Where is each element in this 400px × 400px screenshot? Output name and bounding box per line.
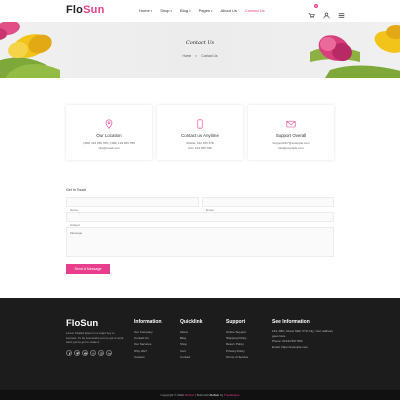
tulip-image-right [310,25,400,78]
send-message-button[interactable]: Send A Message [66,264,110,274]
footer-email[interactable]: Email: https://example.com [272,344,334,350]
site-logo[interactable]: FloSun [66,4,105,16]
chevron-down-icon: ▾ [210,8,213,13]
card-phone: Contact us Anytime Mobile: 012 345 678 F… [157,105,243,160]
footer-link[interactable]: Terms of Service [226,354,266,360]
nav-contact[interactable]: Contact Us [245,8,265,13]
google-plus-icon[interactable] [90,350,96,356]
copyright-by: by [219,393,224,397]
card-title: Support Overall [275,133,307,138]
card-title: Contact us Anytime [181,133,219,138]
cart-count-badge: 0 [314,4,318,8]
nav-shop[interactable]: Shop ▾ [160,8,172,13]
breadcrumb-home[interactable]: Home [182,54,191,58]
copyright-mid: | Built with [195,393,209,397]
site-footer: FloSun Lorem Khaled Ipsum is a major key… [0,298,400,390]
footer-col-information: Information Our Company Contact Us Our S… [134,319,174,360]
facebook-icon[interactable] [66,350,72,356]
nav-blog[interactable]: Blog ▾ [180,8,191,13]
social-links [66,350,112,356]
footer-link[interactable]: Careers [134,354,174,360]
email-field-wrap [202,197,334,214]
footer-logo[interactable]: FloSun [66,318,98,329]
card-line: info@example.com [278,146,304,150]
message-field-wrap [66,227,334,257]
copyright-author-link[interactable]: Thedesigns [224,393,240,397]
card-line: info@email.com [98,146,120,150]
page: FloSun Home ▾ Shop ▾ Blog ▾ Pages ▾ About Us… [0,0,400,400]
footer-col-see-information: See Information 123, ABC, Road, DEF XYZ … [272,319,334,351]
card-line: Support24/7@example.com [272,141,310,145]
tulip-image-left [0,22,60,78]
card-line: Mobile: 012 345 678 [186,141,214,145]
card-support: Support Overall Support24/7@example.com … [248,105,334,160]
nav-shop-label: Shop [160,8,170,13]
subject-field-wrap [66,212,334,229]
footer-col-title: Support [226,319,246,325]
page-banner: Contact Us Home > Contact Us [0,22,400,78]
logo-text-accent: Sun [83,4,105,16]
nav-about[interactable]: About Us [220,8,236,13]
breadcrumb: Home > Contact Us [0,54,400,58]
menu-icon[interactable] [338,6,345,18]
breadcrumb-separator: > [195,54,198,58]
youtube-icon[interactable] [82,350,88,356]
footer-col-title: See Information [272,319,310,325]
twitter-icon[interactable] [74,350,80,356]
copyright-text: Copyright © 2022 [160,393,184,397]
chevron-down-icon: ▾ [189,8,191,13]
header-icons: 0 [308,4,345,19]
chevron-down-icon: ▾ [150,8,153,13]
nav-home-label: Home [139,8,150,13]
footer-col-support: Support Online Support Shipping Policy R… [226,319,266,360]
card-location: Our Location (360) 123 456 789 | (360) 1… [66,105,152,160]
mobile-icon [197,119,203,129]
nav-home[interactable]: Home ▾ [139,8,152,13]
name-field-wrap [66,197,199,214]
copyright-bar: Copyright © 2022 FloSun | Built with Flo… [0,390,400,400]
cart-icon[interactable]: 0 [308,4,318,19]
site-header: FloSun Home ▾ Shop ▾ Blog ▾ Pages ▾ About Us… [0,0,400,22]
linkedin-icon[interactable] [106,350,112,356]
footer-description: Lorem Khaled Ipsum is a major key to suc… [66,331,124,344]
footer-link[interactable]: Contact [180,354,220,360]
main-nav: Home ▾ Shop ▾ Blog ▾ Pages ▾ About Us Contac… [139,8,273,13]
instagram-icon[interactable] [98,350,104,356]
breadcrumb-current: Contact Us [201,54,218,58]
copyright-brand-link[interactable]: FloSun [185,393,195,397]
message-textarea[interactable] [67,228,333,256]
nav-blog-label: Blog [180,8,189,13]
nav-contact-label: Contact Us [244,8,265,13]
logo-text-main: Flo [66,4,84,16]
copyright-theme: FloSun [209,393,220,397]
user-icon[interactable] [323,6,330,19]
chevron-down-icon: ▾ [170,8,173,13]
nav-pages-label: Pages [198,8,210,13]
footer-col-title: Information [134,319,162,325]
nav-about-label: About Us [220,8,237,13]
footer-col-quicklink: Quicklink About Blog Shop Cart Contact [180,319,220,360]
location-pin-icon [105,119,113,129]
footer-address: 123, ABC, Road, DEF XYZ City, Your addre… [272,329,333,338]
card-line: Fax: 123 456 789 [188,146,212,150]
page-title: Contact Us [185,40,215,46]
form-title: Get In Touch [66,188,87,192]
footer-col-title: Quicklink [180,319,203,325]
nav-pages[interactable]: Pages ▾ [199,8,213,13]
card-title: Our Location [96,133,122,138]
card-line: (360) 123 456 789 | (360) 123 456 789 [83,141,135,145]
envelope-icon [286,120,296,128]
